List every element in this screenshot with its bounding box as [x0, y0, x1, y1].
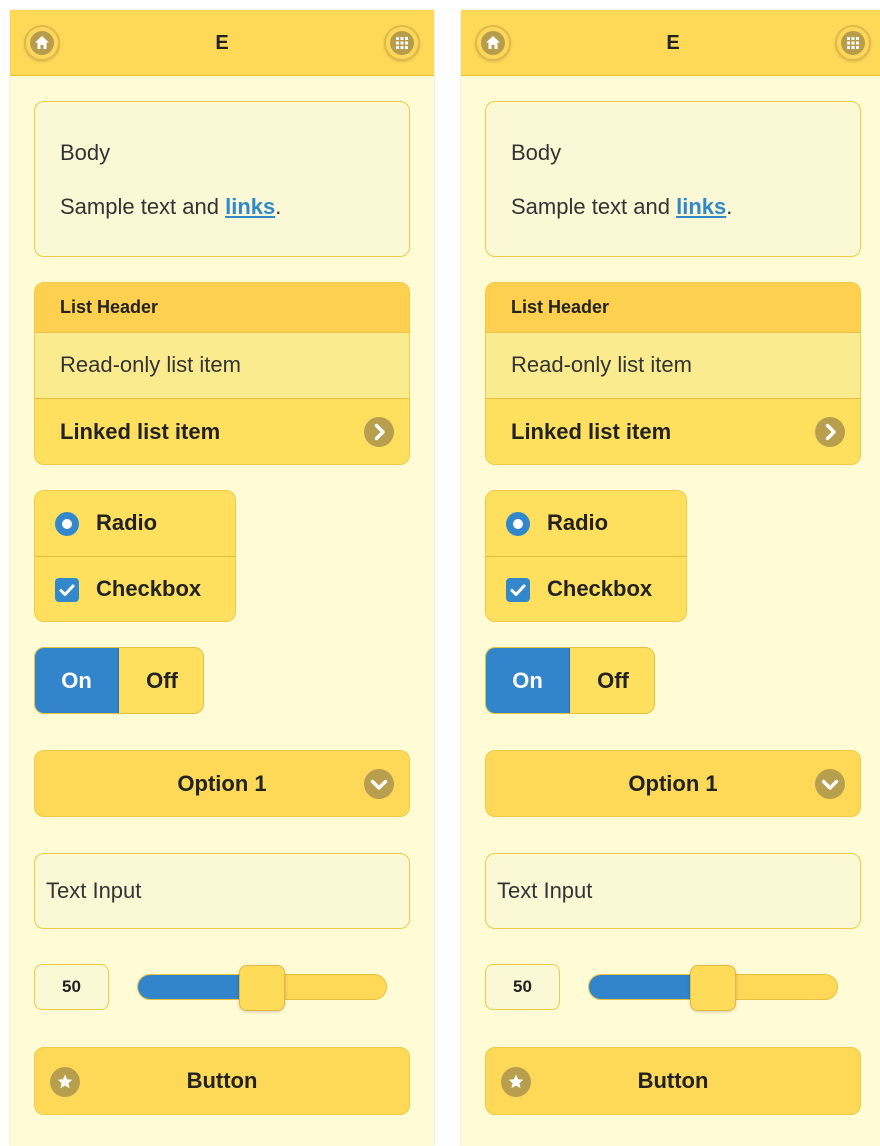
body-card: Body Sample text and links.	[485, 101, 861, 257]
checkbox-option[interactable]: Checkbox	[486, 557, 686, 621]
flip-switch[interactable]: On Off	[485, 647, 655, 714]
list-header: List Header	[486, 283, 860, 333]
list-item-readonly-label: Read-only list item	[60, 352, 241, 377]
body-link[interactable]: links	[676, 194, 726, 219]
grid-icon	[390, 31, 414, 55]
flip-switch-on[interactable]: On	[486, 648, 570, 713]
chevron-right-icon	[815, 417, 845, 447]
flip-switch-on[interactable]: On	[35, 648, 119, 713]
checkbox-label: Checkbox	[96, 576, 202, 601]
body-card: Body Sample text and links.	[34, 101, 410, 257]
list-item-linked-label: Linked list item	[60, 419, 221, 444]
list-item-readonly: Read-only list item	[35, 333, 409, 399]
flip-switch-off[interactable]: Off	[119, 648, 203, 713]
choice-group: Radio Checkbox	[34, 490, 236, 622]
checkbox-checked-icon	[506, 578, 530, 602]
theme-preview-panel: E Body Sample text and links. List Heade…	[10, 10, 434, 1146]
body-text: Sample text and links.	[60, 194, 281, 220]
flip-switch[interactable]: On Off	[34, 647, 204, 714]
slider-handle[interactable]	[239, 965, 285, 1011]
body-text-content: Sample text and	[511, 194, 677, 219]
choice-group: Radio Checkbox	[485, 490, 687, 622]
checkbox-checked-icon	[55, 578, 79, 602]
action-button[interactable]: Button	[34, 1047, 410, 1115]
header-bar: E	[461, 10, 880, 76]
list-view: List Header Read-only list item Linked l…	[34, 282, 410, 465]
list-item-linked[interactable]: Linked list item	[35, 399, 409, 464]
radio-option[interactable]: Radio	[486, 491, 686, 557]
radio-option[interactable]: Radio	[35, 491, 235, 557]
action-button-label: Button	[637, 1068, 709, 1093]
body-text-suffix: .	[275, 194, 282, 219]
header-title: E	[215, 32, 229, 54]
checkbox-label: Checkbox	[547, 576, 653, 601]
select-selected-value: Option 1	[628, 771, 718, 796]
select-menu[interactable]: Option 1	[34, 750, 410, 817]
chevron-down-icon	[364, 769, 394, 799]
body-title: Body	[60, 140, 111, 165]
slider-value-field[interactable]: 50	[485, 964, 560, 1010]
header-title: E	[666, 32, 680, 54]
list-item-readonly-label: Read-only list item	[511, 352, 692, 377]
body-text-suffix: .	[726, 194, 733, 219]
checkbox-option[interactable]: Checkbox	[35, 557, 235, 621]
action-button[interactable]: Button	[485, 1047, 861, 1115]
radio-selected-icon	[55, 512, 79, 536]
grid-button[interactable]	[384, 25, 420, 61]
body-text-content: Sample text and	[60, 194, 226, 219]
body-title: Body	[511, 140, 562, 165]
list-item-linked[interactable]: Linked list item	[486, 399, 860, 464]
text-input[interactable]	[34, 853, 410, 929]
action-button-label: Button	[186, 1068, 258, 1093]
grid-icon	[841, 31, 865, 55]
list-view: List Header Read-only list item Linked l…	[485, 282, 861, 465]
body-link[interactable]: links	[225, 194, 275, 219]
text-input[interactable]	[485, 853, 861, 929]
select-selected-value: Option 1	[177, 771, 267, 796]
body-text: Sample text and links.	[511, 194, 732, 220]
chevron-right-icon	[364, 417, 394, 447]
flip-switch-off[interactable]: Off	[570, 648, 654, 713]
grid-button[interactable]	[835, 25, 871, 61]
list-header-label: List Header	[511, 297, 610, 317]
slider-value-field[interactable]: 50	[34, 964, 109, 1010]
radio-label: Radio	[96, 510, 158, 535]
list-item-linked-label: Linked list item	[511, 419, 672, 444]
theme-preview-panel: E Body Sample text and links. List Heade…	[461, 10, 880, 1146]
list-item-readonly: Read-only list item	[486, 333, 860, 399]
radio-label: Radio	[547, 510, 609, 535]
radio-selected-icon	[506, 512, 530, 536]
header-bar: E	[10, 10, 434, 76]
list-header-label: List Header	[60, 297, 159, 317]
slider-handle[interactable]	[690, 965, 736, 1011]
chevron-down-icon	[815, 769, 845, 799]
select-menu[interactable]: Option 1	[485, 750, 861, 817]
list-header: List Header	[35, 283, 409, 333]
